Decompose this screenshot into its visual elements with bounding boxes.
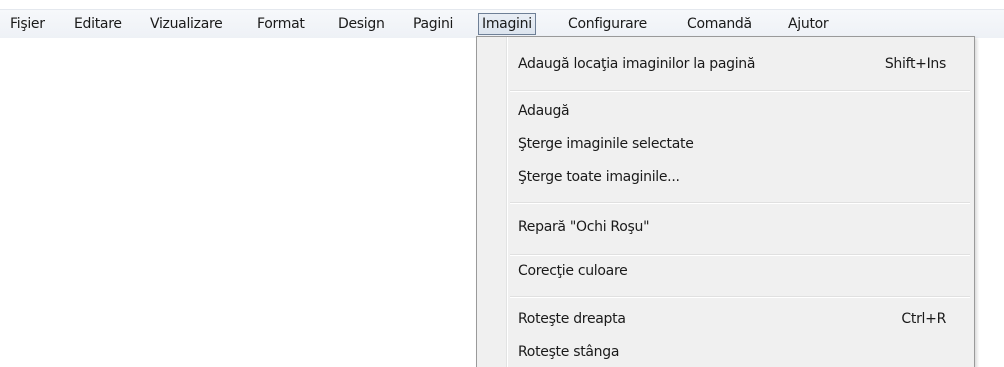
menu-item-rotate-left[interactable]: Roteşte stânga: [518, 338, 964, 366]
menu-item-add[interactable]: Adaugă: [518, 97, 964, 125]
menu-separator: [510, 254, 970, 256]
imagini-dropdown-menu: Adaugă locaţia imaginilor la pagină Shif…: [476, 36, 975, 367]
menu-item-label: Repară "Ochi Roşu": [518, 219, 650, 235]
menu-separator: [510, 296, 970, 298]
menu-ajutor[interactable]: Ajutor: [784, 14, 832, 34]
menu-item-label: Şterge imaginile selectate: [518, 136, 694, 152]
menu-item-label: Roteşte dreapta: [518, 311, 626, 327]
menu-bar: Fişier Editare Vizualizare Format Design…: [0, 9, 1004, 38]
menu-configurare[interactable]: Configurare: [564, 14, 651, 34]
menu-item-delete-selected-images[interactable]: Şterge imaginile selectate: [518, 130, 964, 158]
menu-separator: [510, 202, 970, 204]
menu-item-shortcut: Shift+Ins: [884, 56, 946, 72]
menu-item-delete-all-images[interactable]: Şterge toate imaginile...: [518, 163, 964, 191]
menu-design[interactable]: Design: [334, 14, 389, 34]
menu-item-add-image-locations[interactable]: Adaugă locaţia imaginilor la pagină Shif…: [518, 50, 964, 78]
menu-imagini[interactable]: Imagini: [478, 13, 536, 35]
menu-item-red-eye-fix[interactable]: Repară "Ochi Roşu": [518, 213, 964, 241]
menu-icon-gutter: [506, 37, 508, 367]
menu-item-color-correction[interactable]: Corecţie culoare: [518, 257, 964, 285]
menu-item-shortcut: Ctrl+R: [901, 311, 946, 327]
menu-editare[interactable]: Editare: [70, 14, 126, 34]
menu-pagini[interactable]: Pagini: [409, 14, 457, 34]
menu-fisier[interactable]: Fişier: [6, 14, 49, 34]
menu-vizualizare[interactable]: Vizualizare: [146, 14, 226, 34]
menu-item-label: Adaugă: [518, 103, 570, 119]
menu-separator: [510, 90, 970, 92]
menu-item-label: Corecţie culoare: [518, 263, 628, 279]
menu-item-label: Adaugă locaţia imaginilor la pagină: [518, 56, 756, 72]
menu-item-label: Roteşte stânga: [518, 344, 620, 360]
application-window: Fişier Editare Vizualizare Format Design…: [0, 0, 1004, 367]
menu-item-label: Şterge toate imaginile...: [518, 169, 680, 185]
menu-comanda[interactable]: Comandă: [683, 14, 756, 34]
menu-format[interactable]: Format: [253, 14, 309, 34]
menu-item-rotate-right[interactable]: Roteşte dreapta Ctrl+R: [518, 305, 964, 333]
